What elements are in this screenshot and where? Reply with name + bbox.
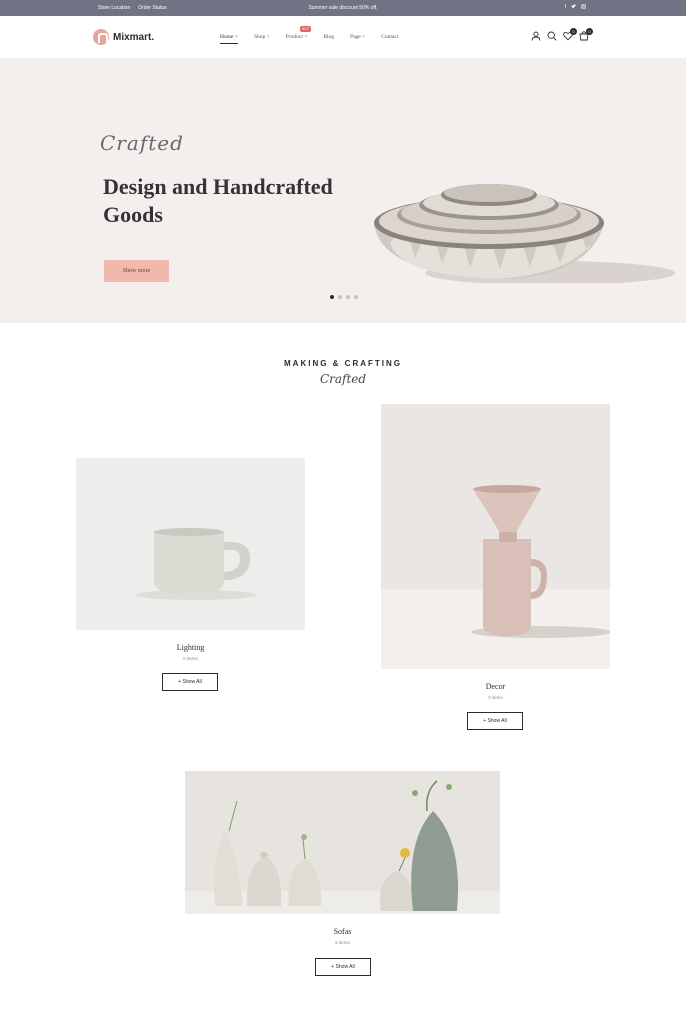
nav-page[interactable]: Page ˅	[350, 34, 365, 40]
header: Mixmart. Home ˅ Shop ˅ Product ˅ HOT Blo…	[0, 16, 686, 58]
category-image-sofas[interactable]	[185, 771, 500, 914]
category-count-sofas: 6 items	[335, 940, 350, 945]
hero-title: Design and Handcrafted Goods	[103, 174, 333, 227]
hero-bowls-image	[374, 184, 675, 283]
facebook-icon[interactable]: f	[565, 4, 566, 11]
show-more-button[interactable]: Show more	[104, 260, 169, 282]
twitter-icon[interactable]	[571, 4, 576, 11]
hero-slider: Crafted Design and Handcrafted Goods Sho…	[0, 58, 686, 323]
section-title: MAKING & CRAFTING	[284, 359, 402, 368]
category-image-lighting[interactable]	[76, 458, 305, 630]
category-name-sofas[interactable]: Sofas	[185, 927, 500, 936]
hot-badge: HOT	[299, 26, 312, 32]
main-nav: Home ˅ Shop ˅ Product ˅ HOT Blog Page ˅ …	[220, 26, 414, 44]
slider-dot[interactable]	[330, 295, 334, 299]
nav-shop-label: Shop	[253, 34, 266, 40]
nav-contact[interactable]: Contact	[381, 34, 398, 40]
nav-contact-label: Contact	[381, 34, 399, 40]
logo-mark-icon	[93, 29, 109, 45]
hero-script-text: Crafted	[100, 131, 184, 155]
category-count-lighting: 0 items	[183, 656, 198, 661]
category-name-decor[interactable]: Decor	[381, 682, 610, 691]
nav-blog-label: Blog	[323, 34, 335, 40]
nav-product[interactable]: Product ˅ HOT	[285, 26, 312, 40]
instagram-icon[interactable]	[581, 4, 586, 11]
nav-blog[interactable]: Blog	[323, 34, 334, 40]
social-links: f	[565, 4, 586, 11]
nav-page-label: Page	[350, 34, 361, 40]
cart-button[interactable]: 0	[579, 28, 593, 41]
brand-name: Mixmart.	[113, 31, 155, 43]
cart-count: 0	[586, 28, 593, 35]
search-icon[interactable]	[547, 31, 557, 41]
top-bar: Store Location Order Status Summer sale …	[0, 0, 686, 16]
slider-dot[interactable]	[346, 295, 350, 299]
user-icon[interactable]	[531, 31, 541, 41]
show-all-lighting-button[interactable]: + Show All	[162, 673, 218, 691]
wishlist-button[interactable]: 0	[563, 28, 577, 41]
nav-home[interactable]: Home ˅	[220, 34, 238, 44]
show-all-sofas-button[interactable]: + Show All	[315, 958, 371, 976]
header-icons: 0 0	[531, 28, 593, 41]
wishlist-count: 0	[570, 28, 577, 35]
category-image-decor[interactable]	[381, 404, 610, 669]
category-count-decor: 0 items	[488, 695, 503, 700]
slider-dot[interactable]	[354, 295, 358, 299]
nav-home-label: Home	[220, 34, 234, 40]
logo[interactable]: Mixmart.	[93, 29, 154, 45]
slider-dot[interactable]	[338, 295, 342, 299]
nav-product-label: Product	[285, 34, 303, 40]
slider-dots	[330, 295, 358, 299]
section-script: Crafted	[319, 372, 367, 386]
show-all-decor-button[interactable]: + Show All	[467, 712, 523, 730]
category-name-lighting[interactable]: Lighting	[76, 643, 305, 652]
nav-shop[interactable]: Shop ˅	[254, 34, 270, 40]
